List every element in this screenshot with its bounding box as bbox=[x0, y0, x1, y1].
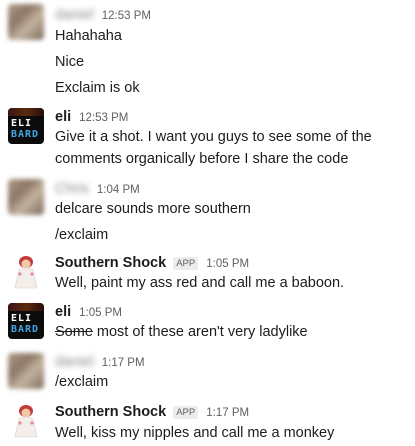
message-text: Some most of these aren't very ladylike bbox=[55, 323, 308, 341]
message-header: Southern Shock APP 1:05 PM bbox=[55, 254, 249, 273]
message-header: eli 12:53 PM bbox=[55, 108, 128, 127]
author-name[interactable]: daniel bbox=[55, 354, 94, 370]
avatar[interactable] bbox=[8, 353, 44, 389]
author-name[interactable]: daniel bbox=[55, 7, 94, 23]
timestamp[interactable]: 12:53 PM bbox=[102, 10, 151, 22]
avatar[interactable]: ELI BARD bbox=[8, 303, 44, 339]
bride-icon bbox=[14, 405, 38, 438]
timestamp[interactable]: 1:05 PM bbox=[206, 258, 249, 270]
message-text: /exclaim bbox=[55, 227, 109, 243]
message-text: Hahahaha bbox=[55, 28, 122, 44]
avatar[interactable] bbox=[8, 179, 44, 215]
message-text: Well, kiss my nipples and call me a monk… bbox=[55, 425, 335, 441]
avatar-text: BARD bbox=[11, 129, 40, 140]
avatar[interactable] bbox=[8, 253, 44, 289]
message-header: eli 1:05 PM bbox=[55, 303, 122, 322]
message-header: Chris 1:04 PM bbox=[55, 180, 140, 199]
timestamp[interactable]: 1:17 PM bbox=[206, 407, 249, 419]
message-text-rest: most of these aren't very ladylike bbox=[92, 324, 308, 340]
timestamp[interactable]: 1:04 PM bbox=[97, 184, 140, 196]
message-text: Give it a shot. I want you guys to see s… bbox=[55, 129, 372, 145]
author-name[interactable]: Southern Shock bbox=[55, 404, 166, 420]
avatar[interactable] bbox=[8, 402, 44, 438]
message-text: comments organically before I share the … bbox=[55, 151, 349, 167]
message-header: daniel 12:53 PM bbox=[55, 6, 151, 25]
timestamp[interactable]: 1:17 PM bbox=[102, 357, 145, 369]
bride-icon bbox=[14, 256, 38, 289]
app-badge: APP bbox=[173, 257, 199, 270]
message-text: Exclaim is ok bbox=[55, 80, 140, 96]
message-text: Well, paint my ass red and call me a bab… bbox=[55, 275, 345, 291]
avatar[interactable] bbox=[8, 4, 44, 40]
avatar-text: ELI bbox=[11, 313, 33, 324]
message-text: Nice bbox=[55, 54, 85, 70]
timestamp[interactable]: 12:53 PM bbox=[79, 112, 128, 124]
avatar-text: BARD bbox=[11, 324, 40, 335]
author-name[interactable]: eli bbox=[55, 109, 71, 125]
message-header: daniel 1:17 PM bbox=[55, 353, 145, 372]
message-text: delcare sounds more southern bbox=[55, 201, 251, 217]
message-text: /exclaim bbox=[55, 374, 109, 390]
struck-text: Some bbox=[55, 324, 93, 340]
author-name[interactable]: Chris bbox=[55, 181, 89, 197]
message-header: Southern Shock APP 1:17 PM bbox=[55, 403, 249, 422]
author-name[interactable]: Southern Shock bbox=[55, 255, 166, 271]
app-badge: APP bbox=[173, 406, 199, 419]
avatar-text: ELI bbox=[11, 118, 33, 129]
avatar[interactable]: ELI BARD bbox=[8, 108, 44, 144]
author-name[interactable]: eli bbox=[55, 304, 71, 320]
timestamp[interactable]: 1:05 PM bbox=[79, 307, 122, 319]
